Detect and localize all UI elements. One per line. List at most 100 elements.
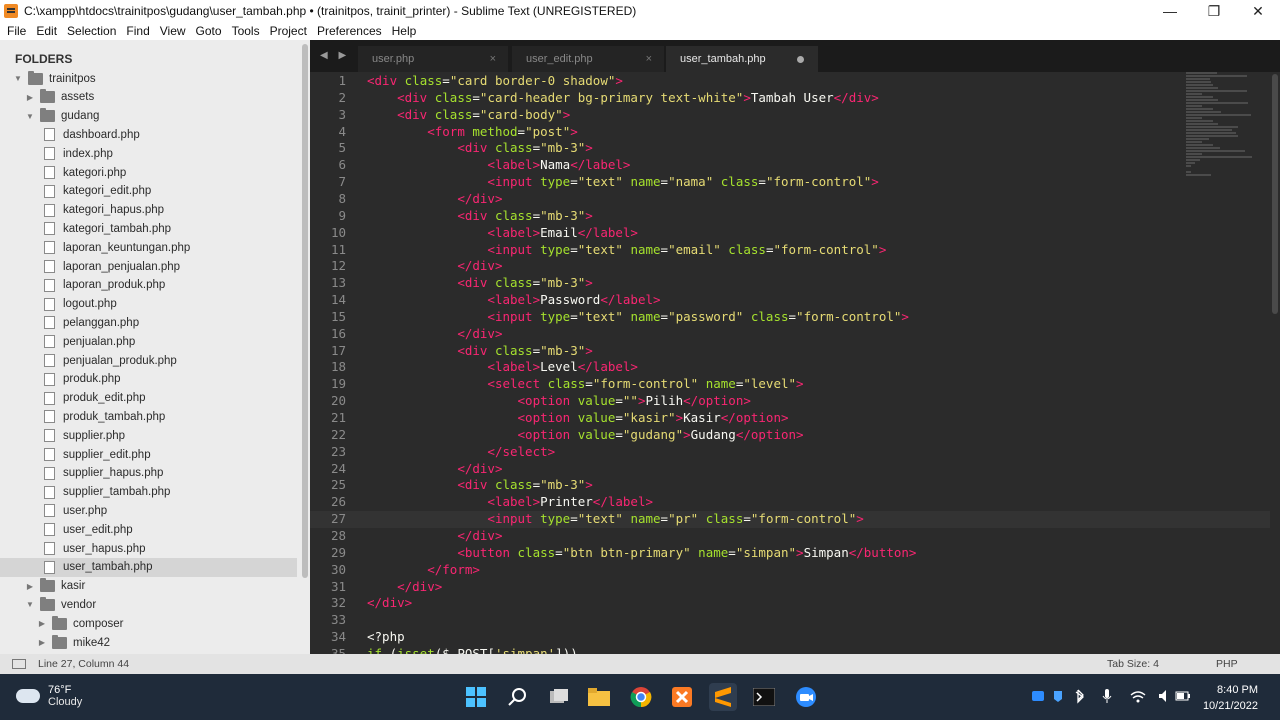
chrome-icon[interactable] xyxy=(627,683,655,711)
menu-help[interactable]: Help xyxy=(387,24,422,38)
line-number[interactable]: 16 xyxy=(310,326,346,341)
file-item[interactable]: produk.php xyxy=(0,370,297,389)
tab-user-tambah-php[interactable]: user_tambah.php xyxy=(666,46,818,72)
sidebar-scrollbar[interactable] xyxy=(302,44,308,578)
chevron-down-icon[interactable]: ▼ xyxy=(24,600,36,609)
line-number[interactable]: 23 xyxy=(310,444,346,459)
line-number[interactable]: 31 xyxy=(310,579,346,594)
line-number[interactable]: 1 xyxy=(310,73,346,88)
line-number[interactable]: 19 xyxy=(310,376,346,391)
line-number[interactable]: 8 xyxy=(310,191,346,206)
code-line[interactable]: <select class="form-control" name="level… xyxy=(367,376,803,391)
chevron-down-icon[interactable]: ▼ xyxy=(24,112,36,121)
code-line[interactable]: <label>Nama</label> xyxy=(367,157,630,172)
zoom-icon[interactable] xyxy=(792,683,820,711)
syntax-mode[interactable]: PHP xyxy=(1216,658,1238,670)
code-line[interactable]: </select> xyxy=(367,444,555,459)
tab-nav-arrows[interactable]: ◀ ▶ xyxy=(320,50,350,61)
code-line[interactable]: <input type="text" name="nama" class="fo… xyxy=(367,174,878,189)
code-line[interactable]: <?php xyxy=(367,629,405,644)
code-line[interactable]: <label>Email</label> xyxy=(367,225,638,240)
code-line[interactable]: <div class="mb-3"> xyxy=(367,275,593,290)
file-item[interactable]: supplier_hapus.php xyxy=(0,464,297,483)
code-line[interactable]: </div> xyxy=(367,258,502,273)
line-number[interactable]: 9 xyxy=(310,208,346,223)
code-line[interactable]: </form> xyxy=(367,562,480,577)
code-line[interactable]: <option value="gudang">Gudang</option> xyxy=(367,427,804,442)
panel-toggle-icon[interactable] xyxy=(12,659,26,669)
xampp-icon[interactable] xyxy=(668,683,696,711)
file-item[interactable]: penjualan.php xyxy=(0,332,297,351)
folder-item[interactable]: ▶ mike42 xyxy=(0,633,297,652)
menu-edit[interactable]: Edit xyxy=(31,24,62,38)
task-view-icon[interactable] xyxy=(545,683,573,711)
menu-preferences[interactable]: Preferences xyxy=(312,24,387,38)
code-line[interactable]: <div class="mb-3"> xyxy=(367,343,593,358)
menu-file[interactable]: File xyxy=(2,24,31,38)
file-item[interactable]: laporan_keuntungan.php xyxy=(0,238,297,257)
file-item[interactable]: penjualan_produk.php xyxy=(0,351,297,370)
file-item[interactable]: supplier.php xyxy=(0,426,297,445)
line-number[interactable]: 30 xyxy=(310,562,346,577)
code-line[interactable]: <div class="mb-3"> xyxy=(367,208,593,223)
line-number[interactable]: 32 xyxy=(310,595,346,610)
line-number[interactable]: 13 xyxy=(310,275,346,290)
code-line[interactable]: <div class="card-header bg-primary text-… xyxy=(367,90,879,105)
line-number[interactable]: 26 xyxy=(310,494,346,509)
line-number[interactable]: 12 xyxy=(310,258,346,273)
folder-item[interactable]: ▶ assets xyxy=(0,88,297,107)
file-item[interactable]: user.php xyxy=(0,501,297,520)
line-number[interactable]: 28 xyxy=(310,528,346,543)
chevron-right-icon[interactable]: ▶ xyxy=(24,582,36,591)
code-line[interactable]: <label>Printer</label> xyxy=(367,494,653,509)
code-line[interactable]: <option value="kasir">Kasir</option> xyxy=(367,410,789,425)
folder-item[interactable]: ▼ vendor xyxy=(0,595,297,614)
windows-start-icon[interactable] xyxy=(462,683,490,711)
file-item[interactable]: logout.php xyxy=(0,295,297,314)
file-explorer-icon[interactable] xyxy=(585,683,613,711)
unsaved-dot-icon[interactable] xyxy=(797,56,804,63)
file-item[interactable]: produk_edit.php xyxy=(0,389,297,408)
code-line[interactable]: </div> xyxy=(367,191,502,206)
code-line[interactable]: <div class="mb-3"> xyxy=(367,477,593,492)
file-item[interactable]: kategori.php xyxy=(0,163,297,182)
file-item[interactable]: supplier_edit.php xyxy=(0,445,297,464)
line-number[interactable]: 27 xyxy=(310,511,346,526)
chevron-right-icon[interactable]: ▶ xyxy=(36,619,48,628)
code-line[interactable]: <input type="text" name="email" class="f… xyxy=(367,242,886,257)
line-number[interactable]: 34 xyxy=(310,629,346,644)
tab-user-edit-php[interactable]: user_edit.php × xyxy=(512,46,664,72)
line-number[interactable]: 10 xyxy=(310,225,346,240)
line-number[interactable]: 11 xyxy=(310,242,346,257)
menu-find[interactable]: Find xyxy=(121,24,154,38)
menu-selection[interactable]: Selection xyxy=(62,24,121,38)
menu-project[interactable]: Project xyxy=(265,24,312,38)
file-item[interactable]: kategori_hapus.php xyxy=(0,201,297,220)
code-line[interactable]: <form method="post"> xyxy=(367,124,578,139)
tab-close-icon[interactable]: × xyxy=(646,53,652,65)
menu-view[interactable]: View xyxy=(155,24,191,38)
line-number[interactable]: 6 xyxy=(310,157,346,172)
line-number[interactable]: 7 xyxy=(310,174,346,189)
tab-close-icon[interactable]: × xyxy=(490,53,496,65)
minimize-button[interactable]: — xyxy=(1148,0,1192,22)
maximize-button[interactable]: ❐ xyxy=(1192,0,1236,22)
line-number[interactable]: 2 xyxy=(310,90,346,105)
code-line[interactable]: </div> xyxy=(367,595,412,610)
code-line[interactable]: <div class="card border-0 shadow"> xyxy=(367,73,623,88)
line-number[interactable]: 14 xyxy=(310,292,346,307)
code-line[interactable]: </div> xyxy=(367,579,442,594)
file-item[interactable]: user_tambah.php xyxy=(0,557,297,577)
line-number[interactable]: 20 xyxy=(310,393,346,408)
folder-item[interactable]: ▼ gudang xyxy=(0,107,297,126)
line-number[interactable]: 21 xyxy=(310,410,346,425)
tab-size[interactable]: Tab Size: 4 xyxy=(1107,658,1159,670)
file-item[interactable]: pelanggan.php xyxy=(0,313,297,332)
file-item[interactable]: user_edit.php xyxy=(0,520,297,539)
line-number[interactable]: 4 xyxy=(310,124,346,139)
file-item[interactable]: kategori_tambah.php xyxy=(0,219,297,238)
line-number[interactable]: 25 xyxy=(310,477,346,492)
file-item[interactable]: supplier_tambah.php xyxy=(0,483,297,502)
file-item[interactable]: index.php xyxy=(0,144,297,163)
file-item[interactable]: dashboard.php xyxy=(0,125,297,144)
